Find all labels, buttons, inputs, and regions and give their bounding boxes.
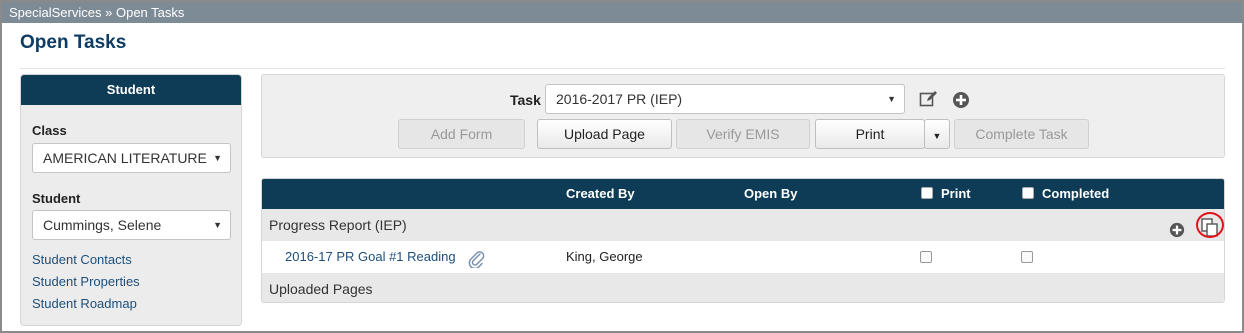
col-completed: Completed	[1022, 179, 1109, 209]
breadcrumb-app[interactable]: SpecialServices	[9, 5, 102, 20]
student-select[interactable]: Cummings, Selene ▼	[32, 210, 231, 240]
upload-page-button[interactable]: Upload Page	[537, 119, 672, 149]
caret-down-icon: ▼	[213, 153, 222, 163]
print-all-checkbox[interactable]	[921, 187, 933, 199]
table-header: Created By Open By Print Completed	[262, 179, 1224, 209]
col-open-by: Open By	[744, 186, 798, 201]
task-select-value: 2016-2017 PR (IEP)	[556, 91, 683, 107]
table-row[interactable]: 2016-17 PR Goal #1 Reading King, George	[262, 241, 1224, 273]
task-panel: Task 2016-2017 PR (IEP) ▼ Add Form Uploa…	[261, 74, 1225, 158]
highlight-circle	[1196, 212, 1224, 238]
print-dropdown-toggle[interactable]: ▼	[924, 119, 950, 149]
add-form-button[interactable]: Add Form	[398, 119, 525, 149]
page-title: Open Tasks	[20, 32, 127, 53]
breadcrumb-separator: »	[105, 5, 113, 20]
complete-task-button[interactable]: Complete Task	[954, 119, 1089, 149]
created-by-cell: King, George	[566, 249, 643, 264]
group-row-progress-report: Progress Report (IEP)	[262, 209, 1224, 241]
col-created-by: Created By	[566, 186, 635, 201]
class-select[interactable]: AMERICAN LITERATURE ▼	[32, 143, 231, 173]
col-print: Print	[921, 179, 971, 209]
caret-down-icon: ▼	[932, 131, 942, 141]
group-title: Uploaded Pages	[269, 281, 373, 297]
edit-icon[interactable]	[919, 90, 939, 111]
verify-emis-button[interactable]: Verify EMIS	[676, 119, 810, 149]
sidebar-header: Student	[21, 75, 241, 105]
class-label: Class	[32, 123, 67, 138]
caret-down-icon: ▼	[887, 94, 896, 104]
title-divider	[20, 68, 1225, 69]
form-link[interactable]: 2016-17 PR Goal #1 Reading	[285, 241, 456, 273]
breadcrumb-current: Open Tasks	[115, 5, 185, 20]
task-label: Task	[510, 92, 541, 108]
student-label: Student	[32, 191, 81, 206]
group-row-uploaded-pages: Uploaded Pages	[262, 273, 1224, 302]
print-button[interactable]: Print	[815, 119, 925, 149]
student-select-value: Cummings, Selene	[43, 217, 162, 233]
col-completed-label: Completed	[1042, 186, 1110, 201]
student-roadmap-link[interactable]: Student Roadmap	[32, 296, 137, 311]
row-completed-checkbox[interactable]	[1021, 251, 1033, 263]
student-contacts-link[interactable]: Student Contacts	[32, 252, 132, 267]
caret-down-icon: ▼	[213, 220, 222, 230]
breadcrumb: SpecialServices » Open Tasks	[2, 2, 1242, 23]
plus-circle-icon[interactable]	[952, 91, 970, 112]
tasks-table: Created By Open By Print Completed Progr…	[261, 178, 1225, 303]
task-select[interactable]: 2016-2017 PR (IEP) ▼	[545, 84, 905, 114]
student-properties-link[interactable]: Student Properties	[32, 274, 140, 289]
student-sidebar: Student Class AMERICAN LITERATURE ▼ Stud…	[20, 74, 242, 326]
group-title: Progress Report (IEP)	[269, 217, 407, 233]
row-print-checkbox[interactable]	[920, 251, 932, 263]
completed-all-checkbox[interactable]	[1022, 187, 1034, 199]
col-print-label: Print	[941, 186, 971, 201]
class-select-value: AMERICAN LITERATURE	[43, 150, 207, 166]
